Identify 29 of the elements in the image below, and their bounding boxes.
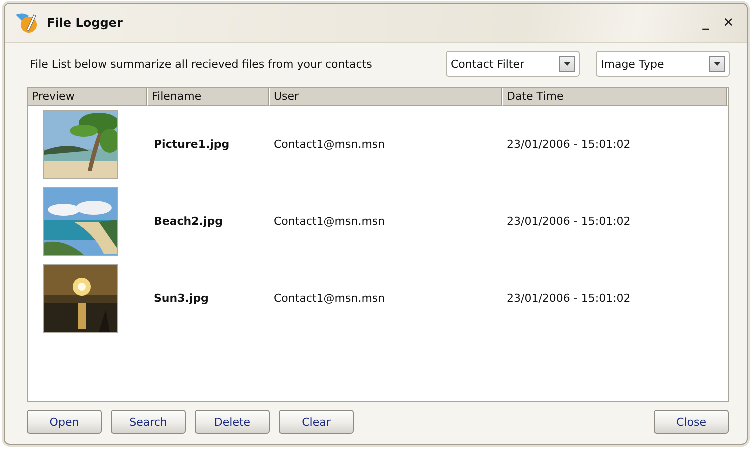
action-button[interactable]: Clear (279, 410, 354, 434)
caret-icon (564, 62, 570, 66)
dropdown-button[interactable] (709, 56, 725, 72)
column-header[interactable]: Preview (28, 88, 148, 106)
date-time-cell-text: 23/01/2006 - 15:01:02 (506, 214, 632, 230)
date-time-cell-text: 23/01/2006 - 15:01:02 (506, 291, 632, 307)
window-title: File Logger (47, 16, 124, 30)
description-text: File List below summarize all recieved files from your contacts (29, 58, 374, 70)
column-header[interactable]: User (270, 88, 503, 106)
action-button[interactable]: Search (111, 410, 186, 434)
filename-cell-text: Picture1.jpg (153, 137, 231, 153)
column-header[interactable]: Date Time (503, 88, 728, 106)
app-logo-icon (15, 12, 39, 34)
action-button[interactable]: Delete (195, 410, 270, 434)
filter-dropdown[interactable]: Image Type (596, 51, 730, 77)
close-button[interactable]: ✕ (720, 16, 737, 30)
filter-dropdown[interactable]: Contact Filter (446, 51, 580, 77)
close-dialog-button[interactable]: Close (654, 410, 729, 434)
caret-icon (714, 62, 720, 66)
filename-cell-text: Sun3.jpg (153, 291, 210, 307)
date-time-cell-text: 23/01/2006 - 15:01:02 (506, 137, 632, 153)
filename-cell-text: Beach2.jpg (153, 214, 224, 230)
column-header[interactable]: Filename (148, 88, 270, 106)
user-cell-text: Contact1@msn.msn (273, 137, 386, 153)
action-button[interactable]: Open (27, 410, 102, 434)
user-cell-text: Contact1@msn.msn (273, 291, 386, 307)
user-cell-text: Contact1@msn.msn (273, 214, 386, 230)
minimize-button[interactable]: _ (700, 16, 712, 30)
dropdown-button[interactable] (559, 56, 575, 72)
